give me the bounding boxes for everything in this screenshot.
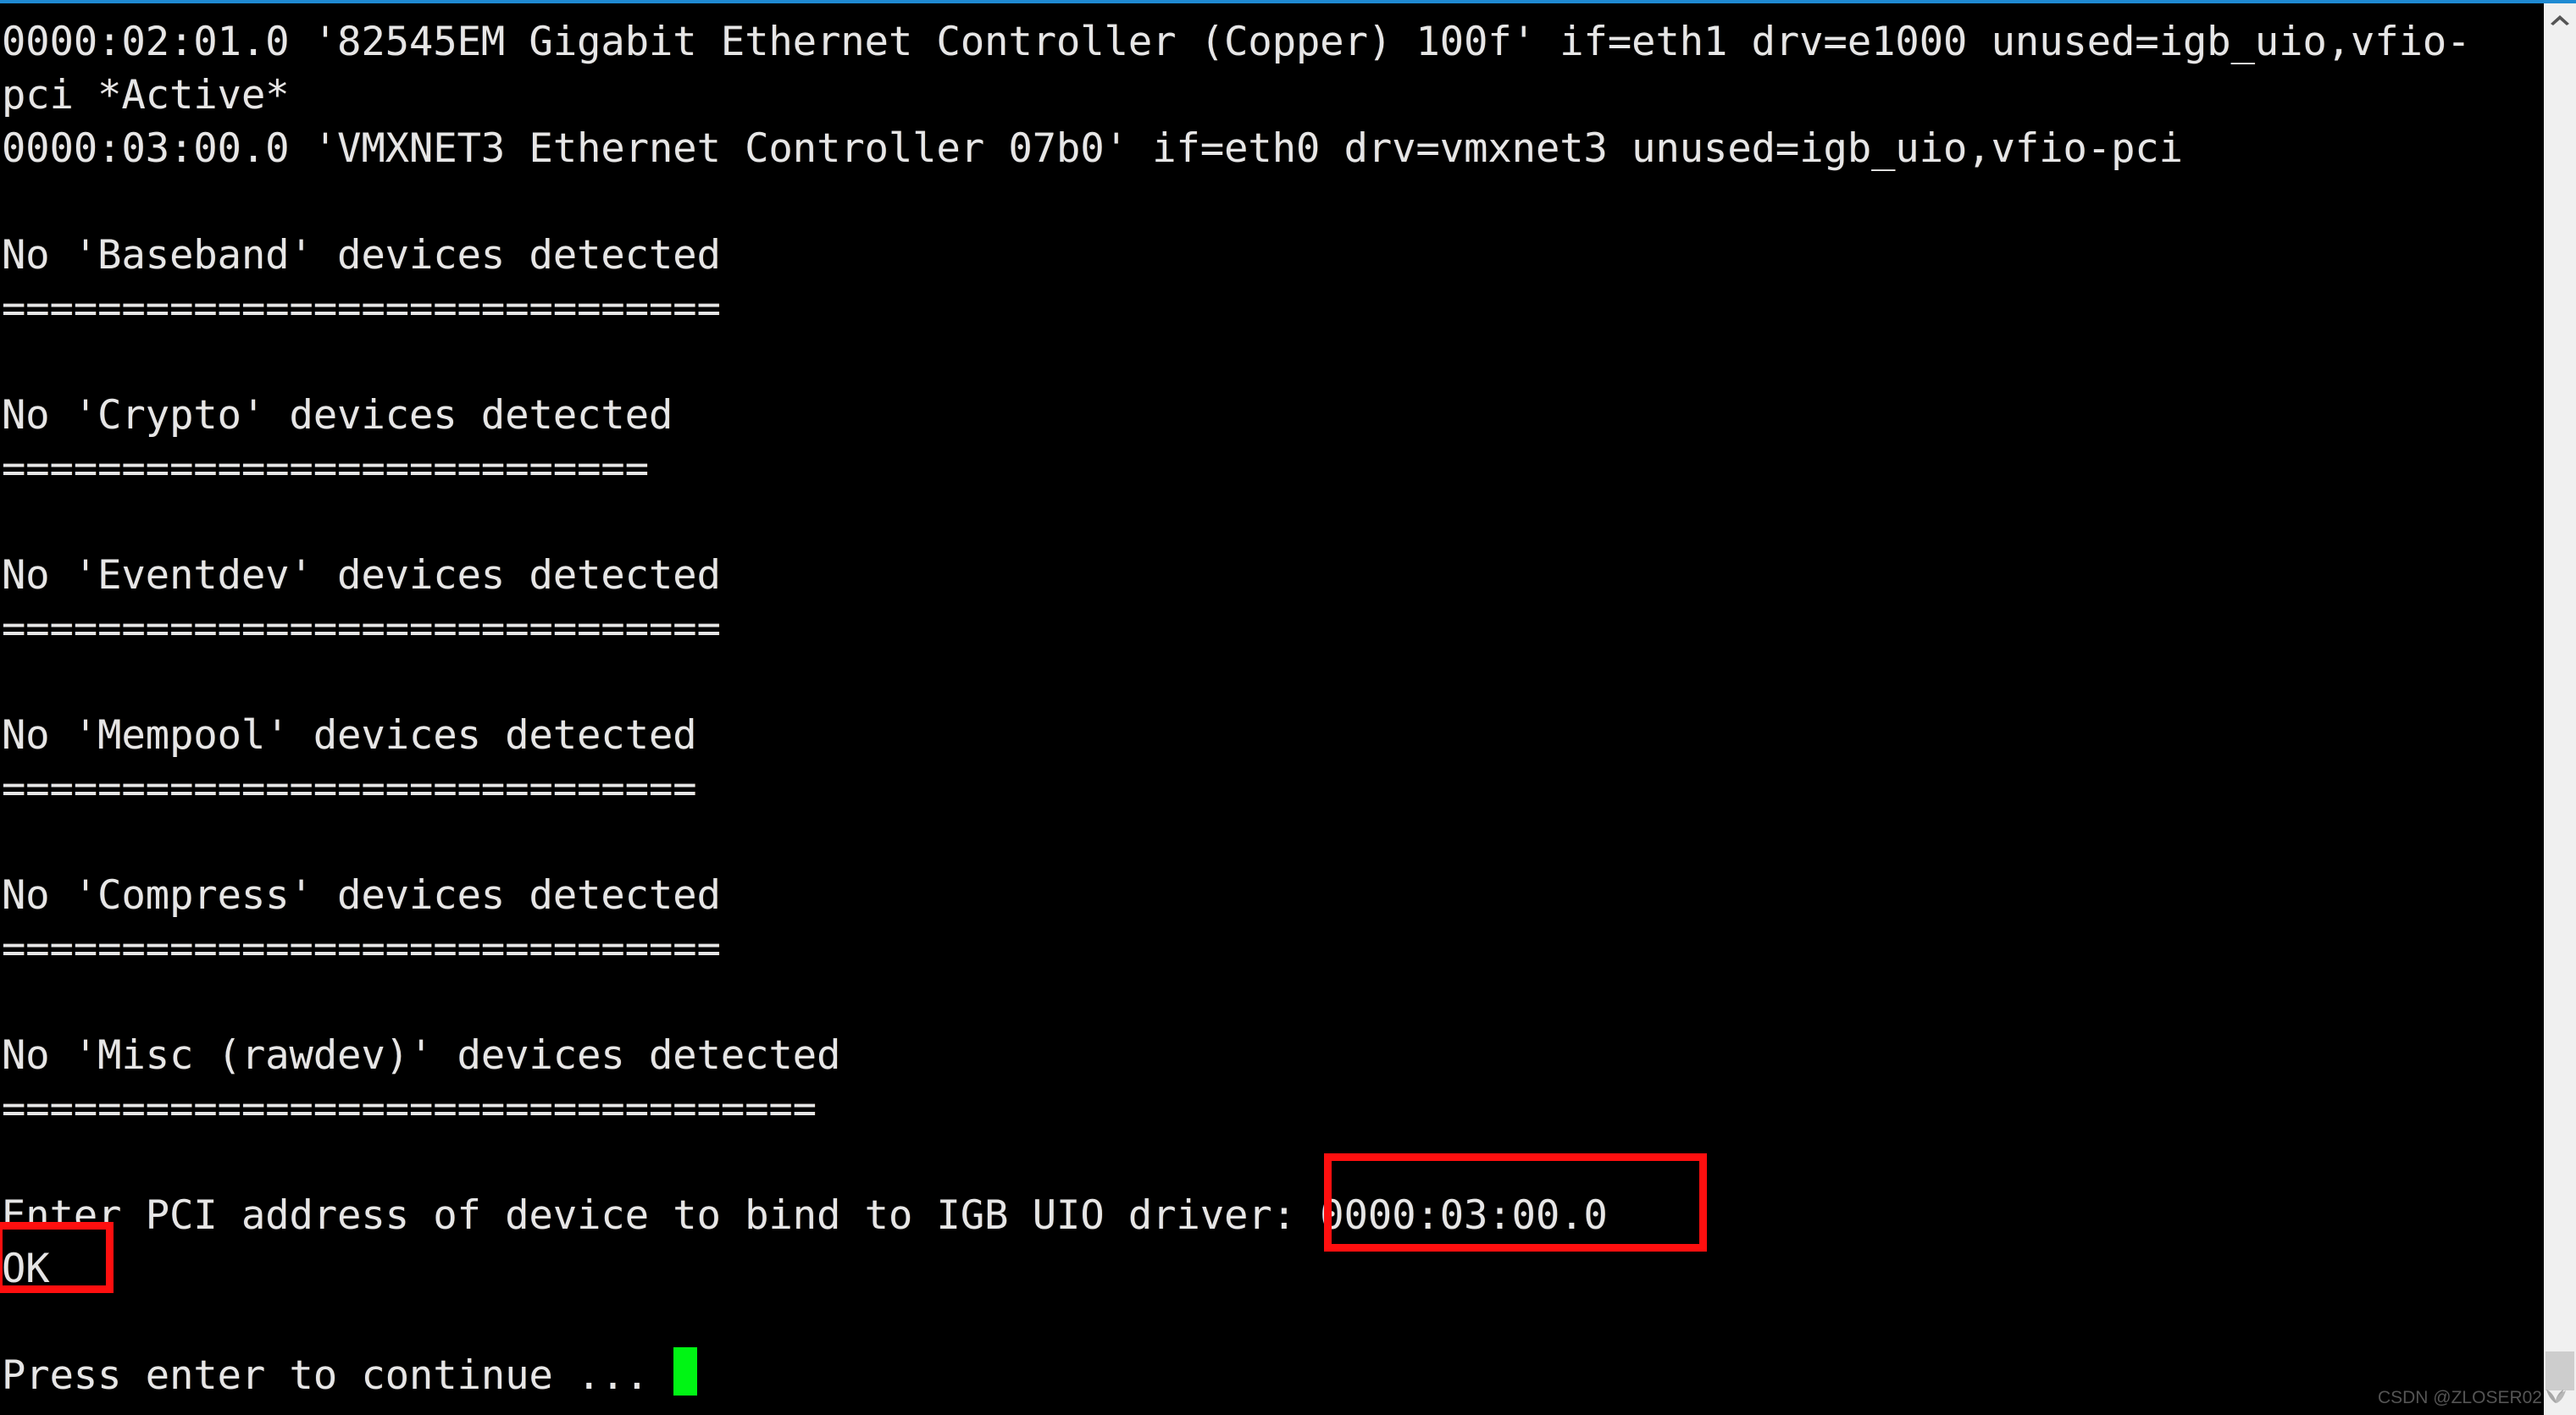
terminal-continue-prompt-line: Press enter to continue ... [2,1352,650,1399]
terminal-line-separator: ================================== [2,1086,817,1132]
terminal-line-separator: =========================== [2,445,650,492]
terminal-bind-result-line: OK [2,1246,50,1292]
terminal-line: No 'Crypto' devices detected [2,392,673,439]
terminal-output-area[interactable]: 0000:02:01.0 '82545EM Gigabit Ethernet C… [0,3,2544,1415]
scrollbar-track[interactable] [2544,36,2576,1415]
terminal-line-separator: ============================= [2,766,697,812]
terminal-line-separator: ============================== [2,285,721,332]
terminal-line: No 'Misc (rawdev)' devices detected [2,1032,841,1079]
vertical-scrollbar[interactable] [2544,3,2576,1415]
chevron-up-icon [2549,13,2571,26]
terminal-line: pci *Active* [2,72,290,119]
terminal-line: No 'Baseband' devices detected [2,232,721,279]
terminal-line: No 'Compress' devices detected [2,872,721,919]
terminal-block-cursor [673,1347,697,1396]
terminal-window: 0000:02:01.0 '82545EM Gigabit Ethernet C… [0,0,2576,1415]
terminal-line-separator: ============================== [2,605,721,652]
terminal-line-container: 0000:02:01.0 '82545EM Gigabit Ethernet C… [0,3,2471,1402]
terminal-line: 0000:02:01.0 '82545EM Gigabit Ethernet C… [2,19,2471,65]
terminal-line: No 'Eventdev' devices detected [2,552,721,599]
window-top-accent-border [0,0,2576,3]
terminal-prompt-line: Enter PCI address of device to bind to I… [2,1192,1608,1239]
scrollbar-up-button[interactable] [2544,3,2576,36]
terminal-line: 0000:03:00.0 'VMXNET3 Ethernet Controlle… [2,125,2183,172]
scrollbar-thumb[interactable] [2546,1351,2574,1390]
terminal-line: No 'Mempool' devices detected [2,712,697,759]
terminal-line-separator: ============================== [2,926,721,972]
